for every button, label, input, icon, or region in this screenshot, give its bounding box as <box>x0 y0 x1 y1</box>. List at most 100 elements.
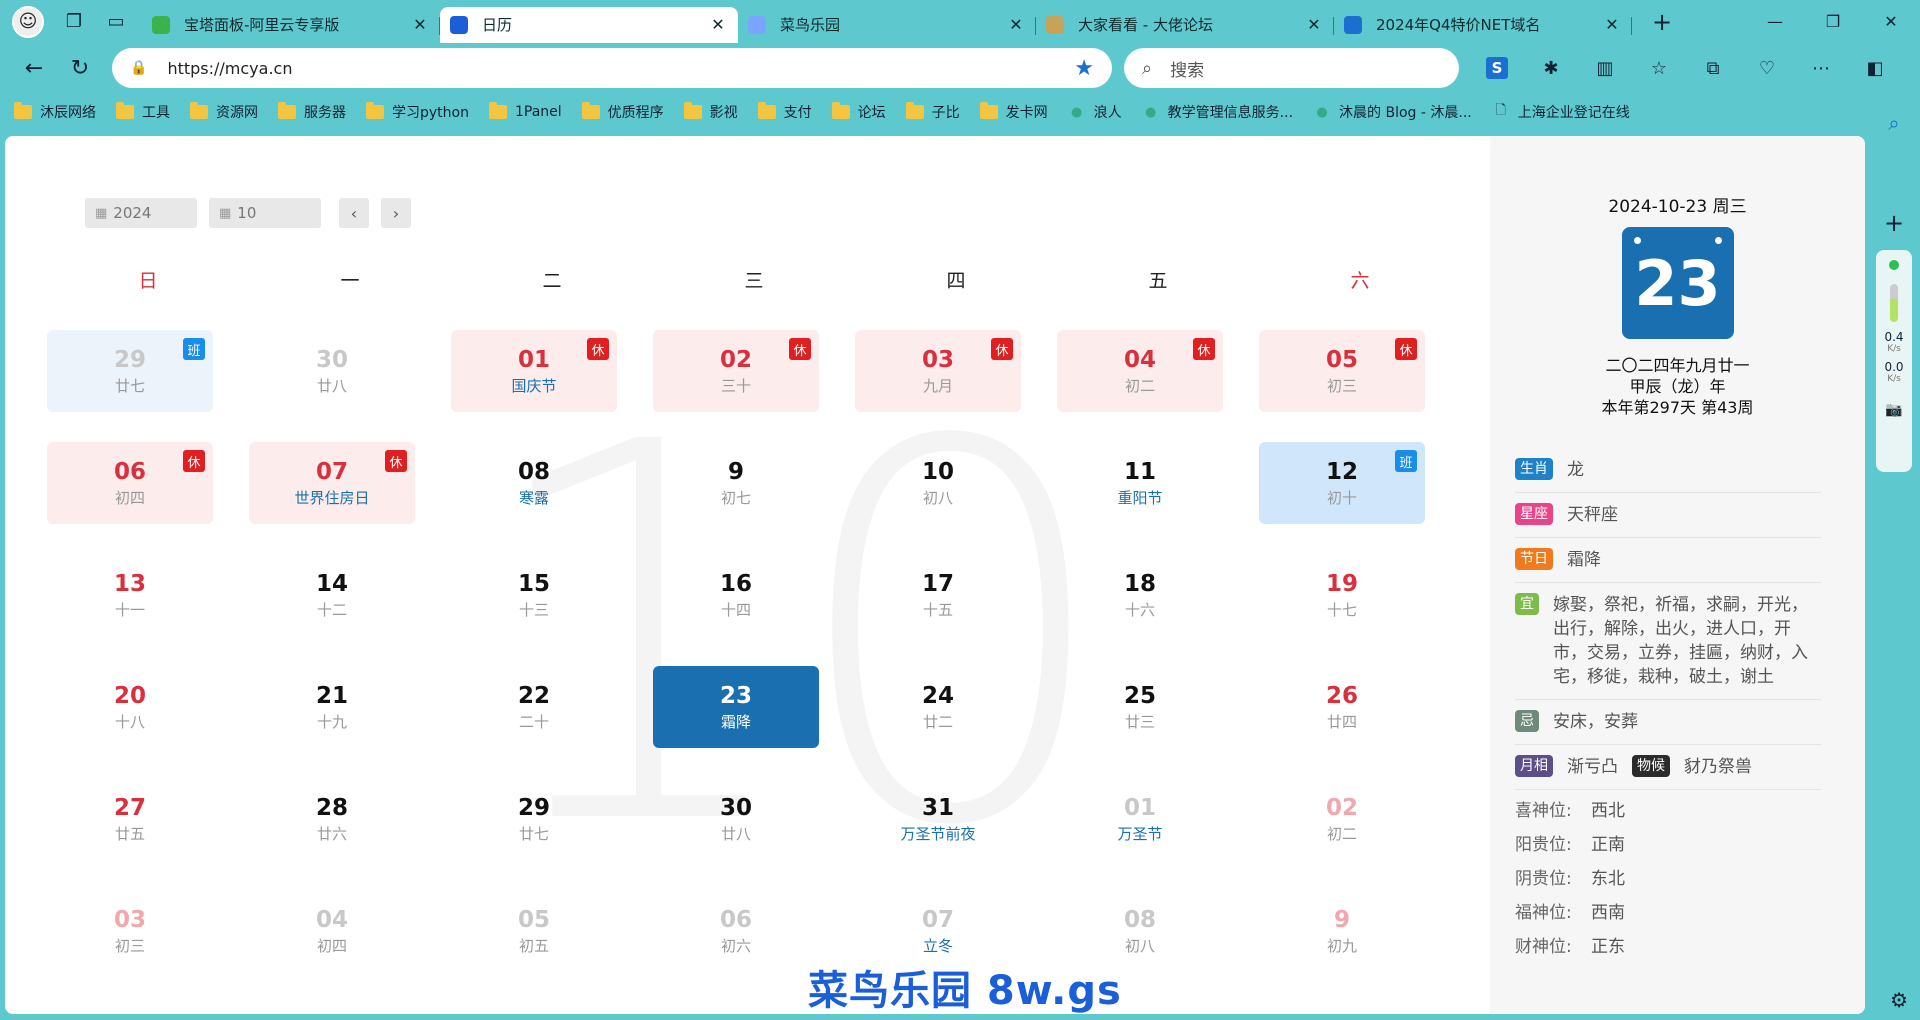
day-cell[interactable]: 03 初三 <box>47 890 213 972</box>
bookmark-item[interactable]: 工具 <box>116 102 170 122</box>
minimize-icon[interactable]: — <box>1746 0 1804 43</box>
next-month-button[interactable]: › <box>381 198 411 228</box>
camera-icon[interactable]: 📷 <box>1876 402 1912 418</box>
day-cell[interactable]: 07 世界住房日休 <box>249 442 415 524</box>
close-window-icon[interactable]: ✕ <box>1862 0 1920 43</box>
day-cell[interactable]: 11 重阳节 <box>1057 442 1223 524</box>
favorite-star-icon[interactable]: ★ <box>1074 56 1094 81</box>
tab-close-icon[interactable]: ✕ <box>1006 15 1026 34</box>
new-tab-button[interactable]: + <box>1644 4 1680 40</box>
day-cell[interactable]: 19 十七 <box>1259 554 1425 636</box>
day-cell[interactable]: 13 十一 <box>47 554 213 636</box>
back-icon[interactable]: ← <box>14 48 54 88</box>
day-cell[interactable]: 05 初五 <box>451 890 617 972</box>
workspaces-icon[interactable]: ❐ <box>56 4 92 40</box>
detail-tag: 忌 <box>1515 710 1539 732</box>
prev-month-button[interactable]: ‹ <box>339 198 369 228</box>
bookmark-item[interactable]: ● 浪人 <box>1068 102 1122 122</box>
bookmark-item[interactable]: ● 沐晨的 Blog - 沐晨... <box>1313 102 1471 122</box>
tab-2[interactable]: 菜鸟乐园 ✕ <box>738 7 1036 43</box>
day-cell[interactable]: 16 十四 <box>653 554 819 636</box>
bookmark-item[interactable]: 子比 <box>905 102 960 122</box>
tab-4[interactable]: 2024年Q4特价NET域名 ✕ <box>1334 7 1632 43</box>
settings-gear-icon[interactable]: ⚙ <box>1890 988 1908 1012</box>
day-cell[interactable]: 05 初三 休 <box>1259 330 1425 412</box>
search-box[interactable]: ⌕ 搜索 <box>1124 48 1459 88</box>
bookmark-item[interactable]: 影视 <box>683 102 738 122</box>
day-cell[interactable]: 12 初十 班 <box>1259 442 1425 524</box>
day-cell[interactable]: 01 国庆节 休 <box>451 330 617 412</box>
day-cell[interactable]: 27 廿五 <box>47 778 213 860</box>
day-cell[interactable]: 23 霜降 <box>653 666 819 748</box>
performance-icon[interactable]: ♡ <box>1747 48 1787 88</box>
day-cell[interactable]: 01 万圣节 <box>1057 778 1223 860</box>
bookmark-item[interactable]: 沐辰网络 <box>14 102 96 122</box>
day-cell[interactable]: 28 廿六 <box>249 778 415 860</box>
day-cell[interactable]: 31 万圣节前夜 <box>855 778 1021 860</box>
day-cell[interactable]: 06 初四 休 <box>47 442 213 524</box>
bookmark-item[interactable]: 学习python <box>366 102 469 122</box>
tab-0[interactable]: 宝塔面板-阿里云专享版 ✕ <box>142 7 440 43</box>
tab-3[interactable]: 大家看看 - 大佬论坛 ✕ <box>1036 7 1334 43</box>
day-number: 05 <box>517 906 550 933</box>
bookmark-item[interactable]: 1Panel <box>488 102 562 120</box>
tab-close-icon[interactable]: ✕ <box>410 15 430 34</box>
bookmark-item[interactable]: 论坛 <box>831 102 886 122</box>
tab-close-icon[interactable]: ✕ <box>1602 15 1622 34</box>
day-cell[interactable]: 14 十二 <box>249 554 415 636</box>
day-cell[interactable]: 06 初六 <box>653 890 819 972</box>
day-cell[interactable]: 29 廿七 班 <box>47 330 213 412</box>
lock-icon[interactable]: 🔒 <box>130 60 147 76</box>
favorites-icon[interactable]: ☆ <box>1639 48 1679 88</box>
day-cell[interactable]: 22 二十 <box>451 666 617 748</box>
tab-close-icon[interactable]: ✕ <box>708 15 728 34</box>
bookmark-item[interactable]: 资源网 <box>190 102 258 122</box>
search-sidebar-icon[interactable]: ⌕ <box>1874 103 1914 143</box>
day-cell[interactable]: 02 三十 休 <box>653 330 819 412</box>
day-cell[interactable]: 08 寒露 <box>451 442 617 524</box>
day-cell[interactable]: 9 初七 <box>653 442 819 524</box>
day-cell[interactable]: 15 十三 <box>451 554 617 636</box>
url-text[interactable]: https://mcya.cn <box>167 59 1074 78</box>
day-cell[interactable]: 02 初二 <box>1259 778 1425 860</box>
day-cell[interactable]: 9 初九 <box>1259 890 1425 972</box>
more-menu-icon[interactable]: ⋯ <box>1801 48 1841 88</box>
day-cell[interactable]: 17 十五 <box>855 554 1021 636</box>
bookmark-item[interactable]: ● 教学管理信息服务... <box>1142 102 1293 122</box>
day-cell[interactable]: 04 初二 休 <box>1057 330 1223 412</box>
collections-icon[interactable]: ⧉ <box>1693 48 1733 88</box>
address-bar[interactable]: 🔒 https://mcya.cn ★ <box>112 48 1112 88</box>
day-cell[interactable]: 18 十六 <box>1057 554 1223 636</box>
tab-close-icon[interactable]: ✕ <box>1304 15 1324 34</box>
bookmark-item[interactable]: 🗋 上海企业登记在线 <box>1492 102 1630 122</box>
extensions-icon[interactable]: ✱ <box>1531 48 1571 88</box>
day-cell[interactable]: 20 十八 <box>47 666 213 748</box>
split-screen-icon[interactable]: ▥ <box>1585 48 1625 88</box>
day-cell[interactable]: 24 廿二 <box>855 666 1021 748</box>
sidebar-toggle-icon[interactable]: ◧ <box>1855 48 1895 88</box>
profile-avatar[interactable]: ☺ <box>12 5 44 38</box>
day-cell[interactable]: 25 廿三 <box>1057 666 1223 748</box>
tab-favicon-icon <box>1344 15 1362 34</box>
s-extension-icon[interactable]: S <box>1486 57 1508 79</box>
day-cell[interactable]: 03 九月 休 <box>855 330 1021 412</box>
day-cell[interactable]: 10 初八 <box>855 442 1021 524</box>
month-select[interactable]: ▦ 10 <box>209 198 321 228</box>
day-cell[interactable]: 21 十九 <box>249 666 415 748</box>
add-sidebar-icon[interactable]: + <box>1874 203 1914 243</box>
bookmark-item[interactable]: 服务器 <box>278 102 346 122</box>
refresh-icon[interactable]: ↻ <box>60 48 100 88</box>
bookmark-item[interactable]: 优质程序 <box>581 102 664 122</box>
day-cell[interactable]: 04 初四 <box>249 890 415 972</box>
detail-date: 2024-10-23 周三 <box>1608 197 1747 217</box>
day-cell[interactable]: 30 廿八 <box>653 778 819 860</box>
bookmark-item[interactable]: 发卡网 <box>979 102 1048 122</box>
tab-actions-icon[interactable]: ▭ <box>98 4 134 40</box>
restore-icon[interactable]: ❐ <box>1804 0 1862 43</box>
day-cell[interactable]: 30 廿八 <box>249 330 415 412</box>
year-select[interactable]: ▦ 2024 <box>85 198 197 228</box>
tab-1[interactable]: 日历 ✕ <box>440 6 738 43</box>
bookmark-item[interactable]: 支付 <box>757 102 812 122</box>
day-cell[interactable]: 29 廿七 <box>451 778 617 860</box>
day-cell[interactable]: 26 廿四 <box>1259 666 1425 748</box>
